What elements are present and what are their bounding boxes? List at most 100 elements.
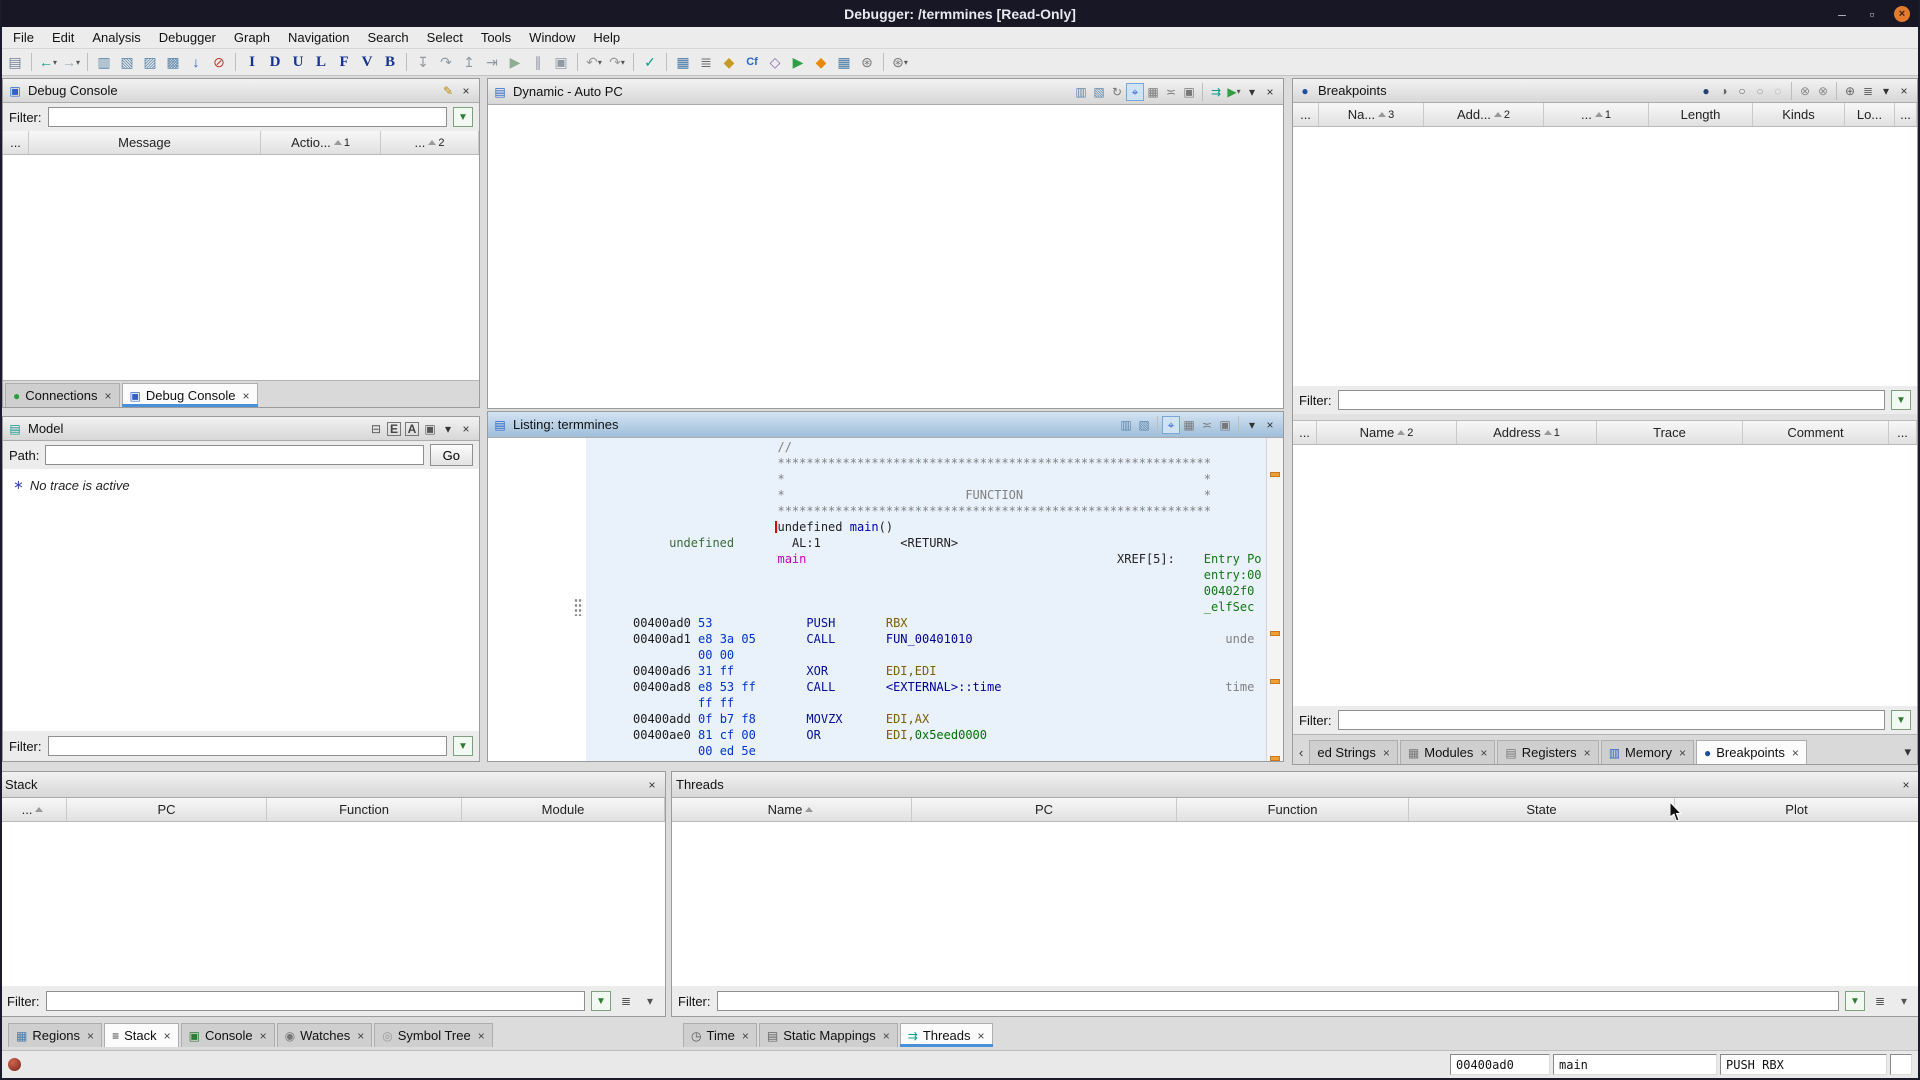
- copy-icon[interactable]: ▥: [1117, 416, 1135, 434]
- call-graph-icon[interactable]: ◇: [764, 51, 786, 73]
- disable-breakpoint-icon[interactable]: ○: [1733, 82, 1751, 100]
- filter-options-icon[interactable]: ▼: [453, 736, 473, 756]
- track-pc-icon[interactable]: ⌖: [1126, 82, 1144, 101]
- copy-icon[interactable]: ▥: [93, 51, 115, 73]
- analysis-options-icon[interactable]: ⊛: [856, 51, 878, 73]
- save-icon[interactable]: ▤: [4, 51, 26, 73]
- menu-edit[interactable]: Edit: [43, 27, 83, 48]
- tab-symbol-tree[interactable]: ◎ Symbol Tree ×: [374, 1023, 493, 1047]
- refresh-icon[interactable]: ↻: [1108, 83, 1126, 101]
- close-tab-icon[interactable]: ×: [105, 389, 112, 403]
- panel-menu-icon[interactable]: ▾: [1877, 82, 1895, 100]
- close-button[interactable]: ×: [1894, 5, 1910, 22]
- tab-memory[interactable]: ▥ Memory ×: [1600, 740, 1694, 764]
- add-bookmark-icon[interactable]: B: [379, 51, 401, 73]
- tab-connections[interactable]: ● Connections ×: [5, 383, 120, 407]
- collapse-tree-icon[interactable]: ⊟: [367, 420, 385, 438]
- column-header-item[interactable]: ...: [1293, 103, 1319, 126]
- close-panel-icon[interactable]: ×: [1895, 82, 1913, 100]
- listing-line[interactable]: * FUNCTION *: [633, 488, 1266, 504]
- debug-console-titlebar[interactable]: ▣ Debug Console ✎ ×: [3, 79, 479, 103]
- tab-watches[interactable]: ◉ Watches ×: [276, 1023, 373, 1047]
- patch-data-icon[interactable]: ▩: [162, 51, 184, 73]
- step-over-icon[interactable]: ↷: [435, 51, 457, 73]
- filter-options-icon[interactable]: ▼: [1891, 710, 1911, 730]
- close-panel-icon[interactable]: ×: [457, 420, 475, 438]
- menu-search[interactable]: Search: [358, 27, 417, 48]
- tab-registers[interactable]: ▤ Registers ×: [1497, 740, 1599, 764]
- close-tab-icon[interactable]: ×: [1480, 746, 1487, 760]
- column-header-item[interactable]: ...: [1889, 421, 1917, 444]
- tab-console[interactable]: ▣ Console ×: [180, 1023, 275, 1047]
- close-tab-icon[interactable]: ×: [1679, 746, 1686, 760]
- clear-all-icon[interactable]: ⊗: [1814, 82, 1832, 100]
- patch-instruction-icon[interactable]: ▨: [139, 51, 161, 73]
- data-type-manager-icon[interactable]: ▦: [833, 51, 855, 73]
- console-table-body[interactable]: [3, 155, 479, 380]
- locations-table-body[interactable]: [1293, 445, 1917, 706]
- memory-map-icon[interactable]: ▦: [672, 51, 694, 73]
- validate-icon[interactable]: ✓: [639, 51, 661, 73]
- column-header-kinds[interactable]: Kinds: [1753, 103, 1845, 126]
- close-tab-icon[interactable]: ×: [87, 1029, 94, 1043]
- dynamic-listing-body[interactable]: [488, 105, 1283, 408]
- undefine-icon[interactable]: U: [287, 51, 309, 73]
- close-panel-icon[interactable]: ×: [457, 82, 475, 100]
- column-header-state[interactable]: State: [1409, 798, 1675, 821]
- menu-window[interactable]: Window: [520, 27, 584, 48]
- column-header-pc[interactable]: PC: [67, 798, 267, 821]
- locations-filter-input[interactable]: [1337, 710, 1885, 730]
- copy-icon[interactable]: ▥: [1072, 83, 1090, 101]
- tab-breakpoints[interactable]: ● Breakpoints ×: [1696, 740, 1807, 764]
- close-tab-icon[interactable]: ×: [478, 1029, 485, 1043]
- console-filter-input[interactable]: [47, 107, 447, 127]
- column-header-name[interactable]: Name 2: [1317, 421, 1457, 444]
- edit-mode-icon[interactable]: E: [385, 420, 403, 438]
- breakpoints-table-body[interactable]: [1293, 127, 1917, 386]
- filter-options-icon[interactable]: ▼: [1891, 390, 1911, 410]
- capture-icon[interactable]: ▣: [1216, 416, 1234, 434]
- close-panel-icon[interactable]: ×: [1261, 416, 1279, 434]
- overview-mark-icon[interactable]: [1270, 472, 1280, 477]
- bookmark-diamond-icon[interactable]: ◆: [810, 51, 832, 73]
- tab-regions[interactable]: ▦ Regions ×: [8, 1023, 103, 1047]
- clear-breakpoint-icon[interactable]: ⊗: [1796, 82, 1814, 100]
- clear-console-icon[interactable]: ✎: [439, 82, 457, 100]
- add-label-icon[interactable]: L: [310, 51, 332, 73]
- table-settings-icon[interactable]: ≣: [1859, 82, 1877, 100]
- menu-file[interactable]: File: [4, 27, 43, 48]
- close-panel-icon[interactable]: ×: [1261, 83, 1279, 101]
- close-tab-icon[interactable]: ×: [1383, 746, 1390, 760]
- listing-line[interactable]: 00400ae6e8 25 ffCALL<EXTERNAL>::srandvoi…: [633, 760, 1266, 761]
- tab-modules[interactable]: ▦ Modules ×: [1399, 740, 1496, 764]
- tab-threads[interactable]: ⇉ Threads ×: [899, 1023, 993, 1047]
- listing-line[interactable]: 00400ad1 e8 3a 05 CALL FUN_00401010 unde: [633, 632, 1266, 648]
- close-panel-icon[interactable]: ×: [643, 776, 661, 794]
- overview-mark-icon[interactable]: [1270, 631, 1280, 636]
- listing-overview-margin[interactable]: [1266, 438, 1283, 761]
- threads-table-body[interactable]: [672, 822, 1919, 986]
- column-header-message[interactable]: Message: [29, 131, 261, 154]
- listing-line[interactable]: 00 00: [633, 648, 1266, 664]
- column-header-length[interactable]: Length: [1649, 103, 1753, 126]
- model-body[interactable]: ∗ No trace is active: [3, 469, 479, 731]
- paste-icon[interactable]: ▧: [1135, 416, 1153, 434]
- stack-table-body[interactable]: [1, 822, 665, 986]
- filter-options-icon[interactable]: ▼: [591, 991, 611, 1011]
- panel-splitter[interactable]: [1293, 414, 1917, 421]
- go-button[interactable]: Go: [429, 444, 473, 466]
- compare-icon[interactable]: ▦: [1144, 83, 1162, 101]
- tab-time[interactable]: ◷ Time ×: [683, 1023, 757, 1047]
- table-settings-icon[interactable]: ≣: [1871, 992, 1889, 1010]
- stack-filter-input[interactable]: [45, 991, 585, 1011]
- enable-all-icon[interactable]: ◑: [1715, 82, 1733, 100]
- tab-list-icon[interactable]: ▾: [1900, 740, 1915, 764]
- minimize-button[interactable]: –: [1834, 6, 1850, 22]
- pull-icon[interactable]: ↓: [185, 51, 207, 73]
- listing-line[interactable]: 00402f0: [633, 584, 1266, 600]
- paste-icon[interactable]: ▧: [1090, 83, 1108, 101]
- forward-icon[interactable]: → ▾: [60, 51, 82, 73]
- menu-navigation[interactable]: Navigation: [279, 27, 358, 48]
- breakpoints-titlebar[interactable]: ● Breakpoints ● ◑ ○ ○ ◌ ⊗ ⊗ ⊕ ≣ ▾ ×: [1293, 79, 1917, 103]
- listing-line[interactable]: undefined main(): [633, 520, 1266, 536]
